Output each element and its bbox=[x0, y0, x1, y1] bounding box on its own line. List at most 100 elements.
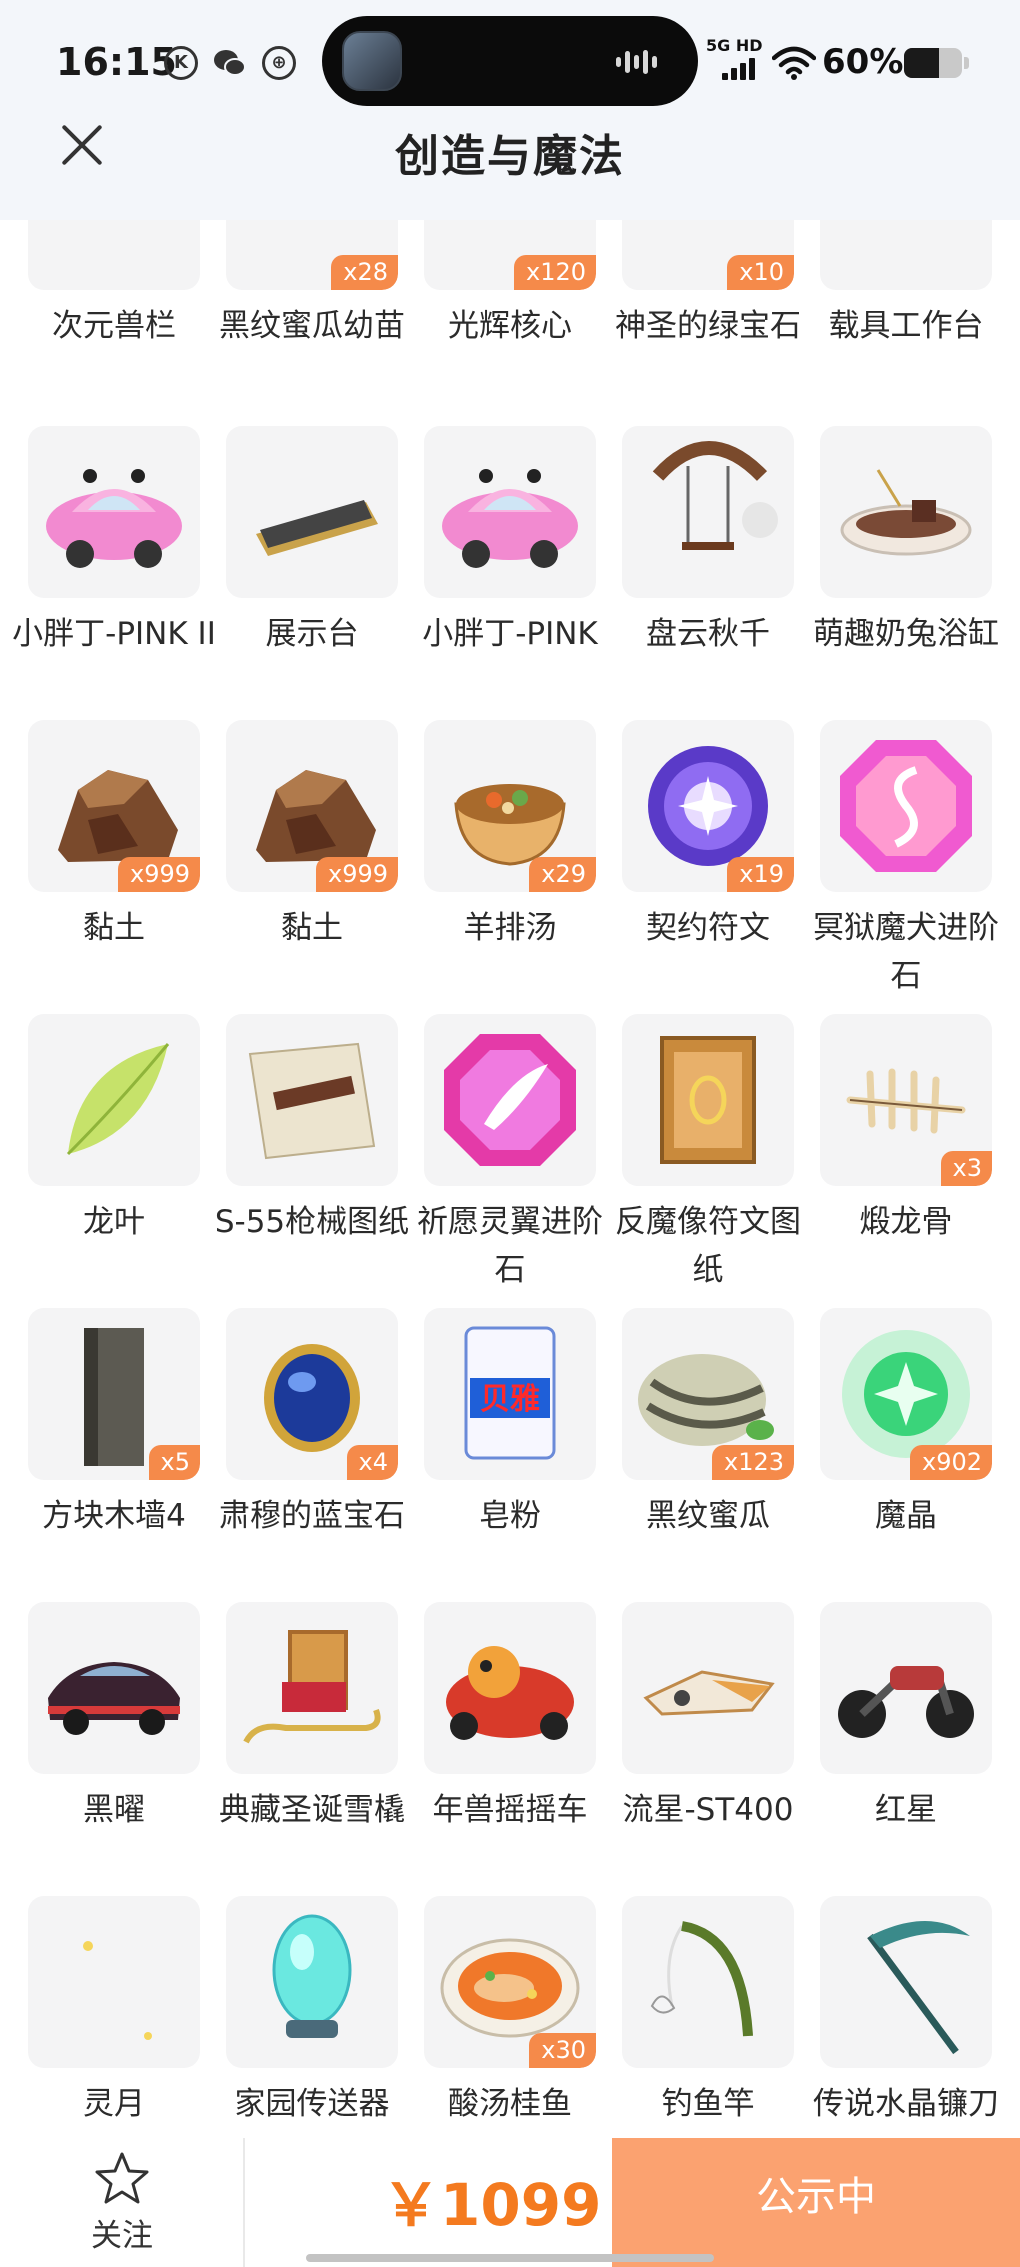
bottom-bar: 关注 ￥1099 公示中 bbox=[0, 2138, 1020, 2267]
item-name: 神圣的绿宝石 bbox=[615, 308, 801, 344]
quantity-badge: x29 bbox=[529, 857, 596, 892]
motorbike-icon bbox=[820, 1602, 992, 1774]
item-name: 年兽摇摇车 bbox=[432, 1792, 588, 1828]
item-name: 反魔像符文图纸 bbox=[615, 1204, 801, 1288]
soap-icon: 贝雅 bbox=[424, 1308, 596, 1480]
rune-icon: x19 bbox=[622, 720, 794, 892]
follow-button[interactable]: 关注 bbox=[60, 2138, 184, 2267]
item-name: 酸汤桂鱼 bbox=[448, 2086, 572, 2122]
bathtub-icon bbox=[820, 426, 992, 598]
blueprint-icon bbox=[226, 1014, 398, 1186]
pink-car-icon bbox=[424, 426, 596, 598]
item-name: 方块木墙4 bbox=[42, 1498, 186, 1534]
pink-car-icon bbox=[28, 426, 200, 598]
item-name: 次元兽栏 bbox=[52, 308, 176, 344]
quantity-badge: x902 bbox=[909, 1445, 992, 1480]
item-name: 流星-ST400 bbox=[622, 1792, 794, 1828]
quantity-badge: x28 bbox=[331, 255, 398, 290]
network-label: 5G HD bbox=[706, 36, 763, 55]
item-name: 肃穆的蓝宝石 bbox=[219, 1498, 405, 1534]
scroll-icon bbox=[622, 1014, 794, 1186]
scythe-icon bbox=[820, 1896, 992, 2068]
soup-icon: x29 bbox=[424, 720, 596, 892]
wechat-icon bbox=[212, 46, 246, 80]
item-name: 煅龙骨 bbox=[859, 1204, 953, 1240]
bone-icon: x3 bbox=[820, 1014, 992, 1186]
item-name: 小胖丁-PINK bbox=[422, 616, 598, 652]
item-name: S-55枪械图纸 bbox=[214, 1204, 410, 1240]
dynamic-island[interactable] bbox=[322, 16, 698, 106]
item-name: 钓鱼竿 bbox=[661, 2086, 755, 2122]
item-name: 典藏圣诞雪橇 bbox=[219, 1792, 405, 1828]
app-circle-icon: ⊕ bbox=[262, 46, 296, 80]
price: ￥1099 bbox=[382, 2171, 602, 2239]
star-icon bbox=[95, 2152, 149, 2204]
clay-icon: x999 bbox=[226, 720, 398, 892]
gem-wing-icon bbox=[424, 1014, 596, 1186]
quantity-badge: x19 bbox=[727, 857, 794, 892]
battery-icon bbox=[904, 48, 962, 78]
home-indicator[interactable] bbox=[306, 2254, 714, 2262]
item-name: 传说水晶镰刀 bbox=[813, 2086, 999, 2122]
item-name: 展示台 bbox=[265, 616, 359, 652]
publicity-button[interactable]: 公示中 bbox=[612, 2138, 1020, 2267]
item-name: 龙叶 bbox=[83, 1204, 145, 1240]
dark-car-icon bbox=[28, 1602, 200, 1774]
item-name: 羊排汤 bbox=[463, 910, 557, 946]
quantity-badge: x123 bbox=[711, 1445, 794, 1480]
melon-icon: x123 bbox=[622, 1308, 794, 1480]
k-circle-icon: K bbox=[164, 46, 198, 80]
item-name: 祈愿灵翼进阶石 bbox=[417, 1204, 603, 1288]
sleigh-icon bbox=[226, 1602, 398, 1774]
svg-text:贝雅: 贝雅 bbox=[480, 1382, 540, 1417]
battery-percent: 60% bbox=[822, 42, 904, 82]
quantity-badge: x10 bbox=[727, 255, 794, 290]
wall-icon: x5 bbox=[28, 1308, 200, 1480]
follow-label: 关注 bbox=[91, 2218, 153, 2254]
item-name: 盘云秋千 bbox=[646, 616, 770, 652]
media-thumbnail bbox=[342, 31, 402, 91]
item-name: 黏土 bbox=[281, 910, 343, 946]
item-name: 皂粉 bbox=[479, 1498, 541, 1534]
kart-icon bbox=[424, 1602, 596, 1774]
clay-icon: x999 bbox=[28, 720, 200, 892]
item-name: 黑纹蜜瓜 bbox=[646, 1498, 770, 1534]
item-name: 红星 bbox=[875, 1792, 937, 1828]
moon-icon bbox=[28, 1896, 200, 2068]
swing-icon bbox=[622, 426, 794, 598]
item-name: 黑曜 bbox=[83, 1792, 145, 1828]
item-name: 小胖丁-PINK II bbox=[12, 616, 216, 652]
item-name: 冥狱魔犬进阶石 bbox=[813, 910, 999, 994]
gem-pink-icon bbox=[820, 720, 992, 892]
teleporter-icon bbox=[226, 1896, 398, 2068]
fish-dish-icon: x30 bbox=[424, 1896, 596, 2068]
item-name: 契约符文 bbox=[646, 910, 770, 946]
item-name: 灵月 bbox=[83, 2086, 145, 2122]
audio-wave-icon bbox=[616, 50, 672, 74]
hoverbike-icon bbox=[622, 1602, 794, 1774]
item-grid[interactable]: 次元兽栏 x28 黑纹蜜瓜幼苗 x120 光辉核心 x10 神圣的绿宝石 载具工作台 小胖丁-P… bbox=[0, 0, 1020, 2140]
quantity-badge: x3 bbox=[940, 1151, 992, 1186]
item-name: 魔晶 bbox=[875, 1498, 937, 1534]
top-bar: 16:15 K ⊕ 5G HD 60% 创造与魔法 bbox=[0, 0, 1020, 220]
sapphire-icon: x4 bbox=[226, 1308, 398, 1480]
item-name: 光辉核心 bbox=[448, 308, 572, 344]
divider bbox=[243, 2138, 245, 2267]
display-stand-icon bbox=[226, 426, 398, 598]
quantity-badge: x5 bbox=[148, 1445, 200, 1480]
quantity-badge: x999 bbox=[117, 857, 200, 892]
rod-icon bbox=[622, 1896, 794, 2068]
leaf-icon bbox=[28, 1014, 200, 1186]
signal-icon bbox=[722, 58, 758, 80]
quantity-badge: x999 bbox=[315, 857, 398, 892]
status-time: 16:15 bbox=[56, 40, 177, 84]
item-name: 家园传送器 bbox=[234, 2086, 390, 2122]
item-name: 萌趣奶兔浴缸 bbox=[813, 616, 999, 652]
battery-nub bbox=[964, 57, 969, 69]
page-title: 创造与魔法 bbox=[395, 131, 625, 182]
wifi-icon bbox=[772, 46, 816, 80]
quantity-badge: x30 bbox=[529, 2033, 596, 2068]
quantity-badge: x4 bbox=[346, 1445, 398, 1480]
item-name: 黏土 bbox=[83, 910, 145, 946]
quantity-badge: x120 bbox=[513, 255, 596, 290]
